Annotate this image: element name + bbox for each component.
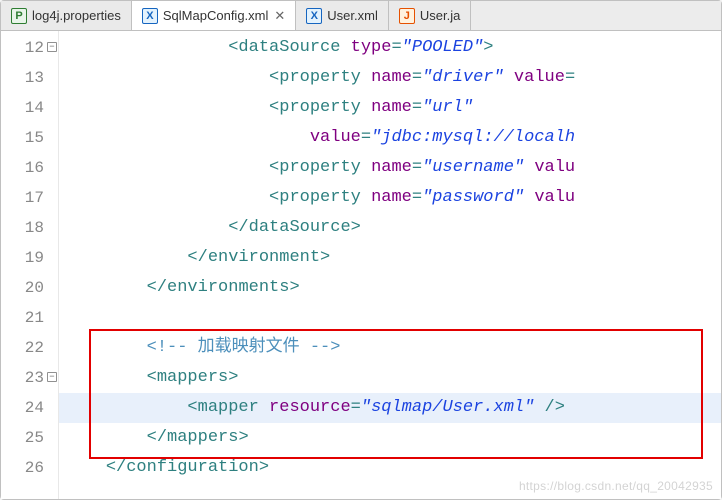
line-number: 19 [1, 243, 58, 273]
xml-file-icon: X [306, 8, 322, 24]
line-number: 16 [1, 153, 58, 183]
tab-log4j[interactable]: P log4j.properties [1, 1, 132, 30]
code-line: <!-- 加载映射文件 --> [59, 333, 721, 363]
xml-file-icon: X [142, 8, 158, 24]
tab-bar: P log4j.properties X SqlMapConfig.xml ✕ … [1, 1, 721, 31]
line-number: 18 [1, 213, 58, 243]
java-file-icon: J [399, 8, 415, 24]
line-number: 14 [1, 93, 58, 123]
code-line: </environments> [59, 273, 721, 303]
line-number: 12− [1, 33, 58, 63]
line-number: 17 [1, 183, 58, 213]
code-line: </environment> [59, 243, 721, 273]
code-line: </dataSource> [59, 213, 721, 243]
code-line: <mapper resource="sqlmap/User.xml" /> [59, 393, 721, 423]
code-line: <dataSource type="POOLED"> [59, 33, 721, 63]
line-number: 26 [1, 453, 58, 483]
tab-label: User.xml [327, 8, 378, 23]
code-line: </mappers> [59, 423, 721, 453]
line-number: 20 [1, 273, 58, 303]
code-line: value="jdbc:mysql://localh [59, 123, 721, 153]
properties-file-icon: P [11, 8, 27, 24]
code-line: <property name="password" valu [59, 183, 721, 213]
tab-label: User.ja [420, 8, 460, 23]
tab-label: SqlMapConfig.xml [163, 8, 269, 23]
code-line: <mappers> [59, 363, 721, 393]
tab-userjava[interactable]: J User.ja [389, 1, 471, 30]
code-editor[interactable]: 12− 13 14 15 16 17 18 19 20 21 22 23− 24… [1, 31, 721, 499]
line-number: 25 [1, 423, 58, 453]
line-number: 13 [1, 63, 58, 93]
code-line: <property name="url" [59, 93, 721, 123]
watermark: https://blog.csdn.net/qq_20042935 [519, 479, 713, 493]
tab-label: log4j.properties [32, 8, 121, 23]
line-number: 21 [1, 303, 58, 333]
fold-icon[interactable]: − [47, 372, 57, 382]
tab-sqlmapconfig[interactable]: X SqlMapConfig.xml ✕ [132, 1, 296, 30]
code-area[interactable]: <dataSource type="POOLED"> <property nam… [59, 31, 721, 499]
fold-icon[interactable]: − [47, 42, 57, 52]
code-line: <property name="driver" value= [59, 63, 721, 93]
code-line [59, 303, 721, 333]
tab-userxml[interactable]: X User.xml [296, 1, 389, 30]
code-line: <property name="username" valu [59, 153, 721, 183]
line-number: 23− [1, 363, 58, 393]
line-number: 15 [1, 123, 58, 153]
close-icon[interactable]: ✕ [274, 8, 285, 24]
line-number-gutter: 12− 13 14 15 16 17 18 19 20 21 22 23− 24… [1, 31, 59, 499]
line-number: 22 [1, 333, 58, 363]
line-number: 24 [1, 393, 58, 423]
